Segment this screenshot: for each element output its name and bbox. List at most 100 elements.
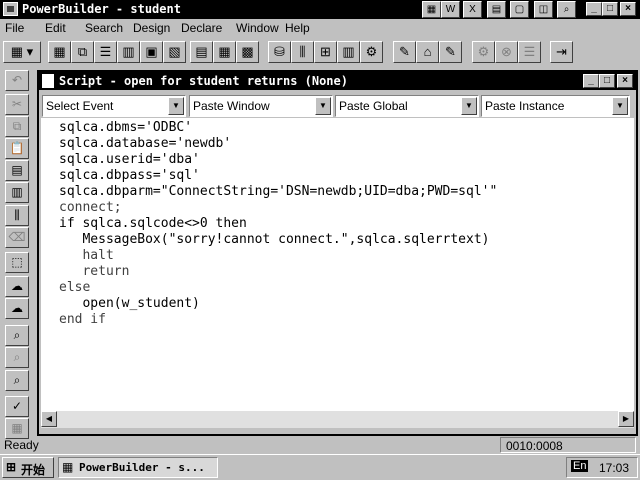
- script-window: Script - open for student returns (None)…: [37, 70, 638, 436]
- code-line[interactable]: if sqlca.sqlcode<>0 then: [59, 216, 247, 231]
- script-window-title-bar: Script - open for student returns (None)…: [39, 72, 636, 90]
- select-event-label: Select Event: [46, 99, 114, 113]
- script-window-title: Script - open for student returns (None): [59, 74, 348, 88]
- close-button[interactable]: ×: [620, 2, 636, 16]
- code-line[interactable]: sqlca.dbms='ODBC': [59, 120, 192, 135]
- start-button[interactable]: ⊞ 开始: [2, 457, 54, 478]
- code-line[interactable]: MessageBox("sorry!cannot connect.",sqlca…: [59, 232, 489, 247]
- scroll-right-icon[interactable]: ▶: [618, 411, 634, 427]
- clock[interactable]: 17:03: [599, 461, 629, 475]
- script-close-button[interactable]: ×: [617, 74, 633, 88]
- horizontal-scrollbar[interactable]: ◀ ▶: [41, 411, 634, 428]
- windows-logo-icon: ⊞: [6, 460, 17, 474]
- code-line[interactable]: sqlca.dbparm="ConnectString='DSN=newdb;U…: [59, 184, 497, 199]
- function-icon[interactable]: ▦: [213, 41, 236, 63]
- chart-icon[interactable]: ▤: [487, 1, 506, 18]
- query-icon[interactable]: ▤: [190, 41, 213, 63]
- menu-bar: File Edit Search Design Declare Window H…: [0, 19, 640, 37]
- toolbar-dropdown-icon[interactable]: ▦ ▾: [3, 41, 41, 63]
- gear-icon[interactable]: ⚙: [472, 41, 495, 63]
- minimize-button[interactable]: _: [586, 2, 602, 16]
- code-line[interactable]: open(w_student): [59, 296, 199, 311]
- window-painter-icon[interactable]: ⧉: [71, 41, 94, 63]
- run-icon[interactable]: ⚙: [360, 41, 383, 63]
- script-maximize-button[interactable]: □: [599, 74, 615, 88]
- taskbar-task-powerbuilder[interactable]: ▦ PowerBuilder - s...: [58, 457, 218, 478]
- script-minimize-button[interactable]: _: [583, 74, 599, 88]
- chevron-down-icon[interactable]: ▼: [315, 97, 331, 115]
- status-bar: Ready 0010:0008: [0, 436, 640, 454]
- powerbuilder-icon: ▦: [62, 460, 74, 474]
- code-line[interactable]: halt: [59, 248, 113, 263]
- code-line[interactable]: else: [59, 280, 90, 295]
- clear-icon[interactable]: ⌫: [5, 227, 29, 248]
- find-icon[interactable]: ⌕: [5, 325, 29, 346]
- code-line[interactable]: connect;: [59, 200, 122, 215]
- script-editor[interactable]: sqlca.dbms='ODBC' sqlca.database='newdb'…: [41, 118, 634, 428]
- scroll-left-icon[interactable]: ◀: [41, 411, 57, 427]
- object-icon[interactable]: ✎: [439, 41, 462, 63]
- uncomment-icon[interactable]: ☁: [5, 298, 29, 319]
- document-icon[interactable]: ▢: [510, 1, 529, 18]
- browser-icon[interactable]: ⌂: [416, 41, 439, 63]
- library-icon[interactable]: ▥: [337, 41, 360, 63]
- paste-sql-icon[interactable]: ▤: [5, 160, 29, 181]
- start-label: 开始: [21, 463, 46, 477]
- taskbar: ⊞ 开始 ▦ PowerBuilder - s... En 17:03: [0, 454, 640, 480]
- menu-edit[interactable]: Edit: [45, 21, 66, 35]
- list-icon[interactable]: ☰: [518, 41, 541, 63]
- paste-instance-label: Paste Instance: [485, 99, 565, 113]
- paste-global-label: Paste Global: [339, 99, 408, 113]
- project-icon[interactable]: ▩: [236, 41, 259, 63]
- magnifier-icon[interactable]: ⌕: [557, 1, 576, 18]
- undo-icon[interactable]: ↶: [5, 70, 29, 91]
- menu-file[interactable]: File: [5, 21, 24, 35]
- language-indicator[interactable]: En: [571, 460, 589, 472]
- paste-instance-dropdown[interactable]: Paste Instance ▼: [481, 95, 630, 117]
- debug-icon[interactable]: ✎: [393, 41, 416, 63]
- database-icon[interactable]: ⛁: [268, 41, 291, 63]
- paste-function-icon[interactable]: ⫼: [5, 205, 29, 226]
- exit-icon[interactable]: ⇥: [550, 41, 573, 63]
- cut-icon[interactable]: ✂: [5, 94, 29, 115]
- select-all-icon[interactable]: ⬚: [5, 252, 29, 273]
- select-event-dropdown[interactable]: Select Event ▼: [42, 95, 186, 117]
- menu-window[interactable]: Window: [236, 21, 279, 35]
- paste-statement-icon[interactable]: ▥: [5, 182, 29, 203]
- pipeline-icon[interactable]: ⫼: [291, 41, 314, 63]
- chevron-down-icon[interactable]: ▼: [612, 97, 628, 115]
- structure-icon[interactable]: ▣: [140, 41, 163, 63]
- comment-icon[interactable]: ☁: [5, 276, 29, 297]
- excel-icon[interactable]: X: [463, 1, 482, 18]
- maximize-button[interactable]: □: [602, 2, 618, 16]
- book-icon[interactable]: ◫: [534, 1, 553, 18]
- chevron-down-icon[interactable]: ▼: [461, 97, 477, 115]
- script-toolbar: ↶ ✂ ⧉ 📋 ▤ ▥ ⫼ ⌫ ⬚ ☁ ☁ ⌕ ⌕ ⌕ ✓ ▦: [0, 68, 34, 439]
- word-icon[interactable]: W: [441, 1, 460, 18]
- menu-declare[interactable]: Declare: [181, 21, 222, 35]
- compile-icon[interactable]: ✓: [5, 396, 29, 417]
- paste-window-dropdown[interactable]: Paste Window ▼: [189, 95, 333, 117]
- app-icon[interactable]: [3, 2, 18, 16]
- paste-icon[interactable]: 📋: [5, 138, 29, 159]
- chevron-down-icon[interactable]: ▼: [168, 97, 184, 115]
- menu-painter-icon[interactable]: ☰: [94, 41, 117, 63]
- preferences-icon[interactable]: ▧: [163, 41, 186, 63]
- menu-help[interactable]: Help: [285, 21, 310, 35]
- application-icon[interactable]: ▦: [48, 41, 71, 63]
- user-object-icon[interactable]: ⊞: [314, 41, 337, 63]
- menu-design[interactable]: Design: [133, 21, 170, 35]
- code-line[interactable]: sqlca.userid='dba': [59, 152, 200, 167]
- paste-global-dropdown[interactable]: Paste Global ▼: [335, 95, 479, 117]
- code-line[interactable]: return: [59, 264, 129, 279]
- code-line[interactable]: end if: [59, 312, 106, 327]
- copy-icon[interactable]: ⧉: [5, 116, 29, 137]
- find-next-icon[interactable]: ⌕: [5, 347, 29, 368]
- datawindow-icon[interactable]: ▥: [117, 41, 140, 63]
- grid-icon[interactable]: ▦: [422, 1, 441, 18]
- code-line[interactable]: sqlca.database='newdb': [59, 136, 231, 151]
- menu-search[interactable]: Search: [85, 21, 123, 35]
- code-line[interactable]: sqlca.dbpass='sql': [59, 168, 200, 183]
- replace-icon[interactable]: ⌕: [5, 370, 29, 391]
- stop-icon[interactable]: ⊗: [495, 41, 518, 63]
